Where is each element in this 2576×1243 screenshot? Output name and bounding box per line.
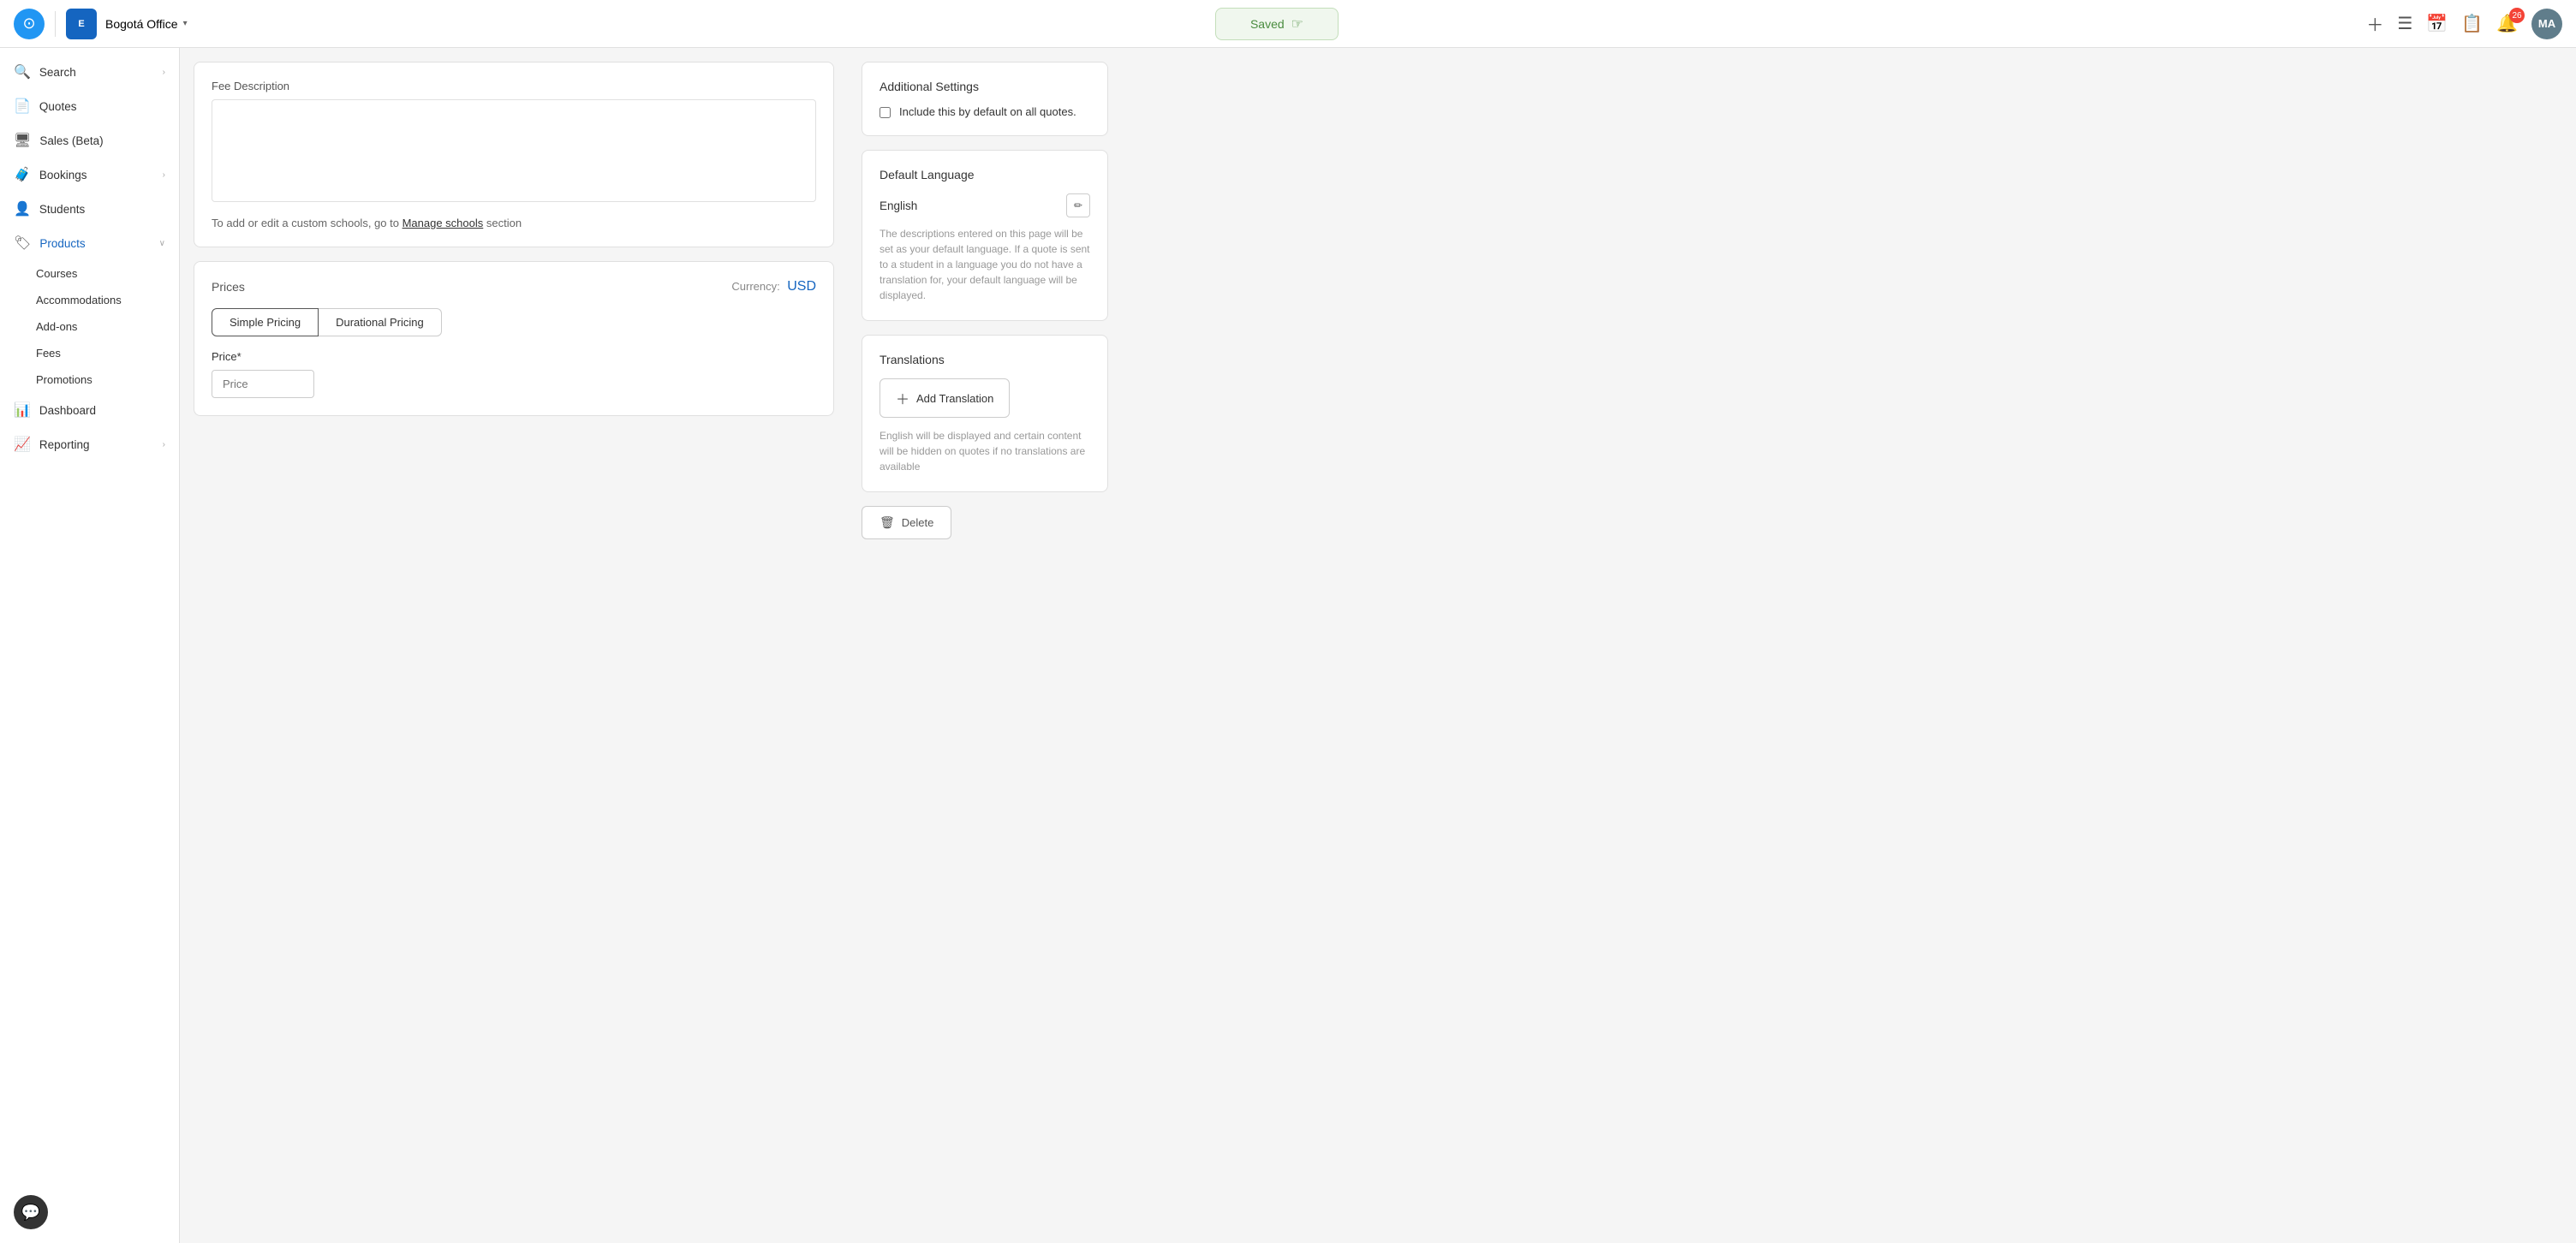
app-layout: 🔍 Search › 📄 Quotes 🖥 Sales (Beta) 🧳 Boo… <box>0 0 2576 1243</box>
products-submenu: Courses Accommodations Add-ons Fees Prom… <box>0 260 179 393</box>
default-language-title: Default Language <box>880 168 1090 181</box>
sidebar-item-label: Sales (Beta) <box>39 134 165 147</box>
dashboard-icon: 📊 <box>14 401 31 419</box>
office-selector[interactable]: Bogotá Office ▾ <box>105 17 188 31</box>
language-description: The descriptions entered on this page wi… <box>880 226 1090 303</box>
sidebar: 🔍 Search › 📄 Quotes 🖥 Sales (Beta) 🧳 Boo… <box>0 48 180 1243</box>
chevron-right-icon: › <box>163 68 165 77</box>
topnav-center: Saved ☞ <box>188 8 2367 40</box>
manage-schools-link[interactable]: Manage schools <box>402 217 484 229</box>
trash-icon: 🗑 <box>880 515 895 530</box>
chevron-right-icon: › <box>163 440 165 449</box>
additional-settings-title: Additional Settings <box>880 80 1090 93</box>
add-translation-label: Add Translation <box>916 392 993 405</box>
right-panel: Additional Settings Include this by defa… <box>848 48 1122 1243</box>
office-name: Bogotá Office <box>105 17 178 31</box>
translations-title: Translations <box>880 353 1090 366</box>
prices-title: Prices <box>212 280 245 294</box>
sidebar-item-label: Products <box>39 237 150 250</box>
sidebar-item-label: Reporting <box>39 438 154 451</box>
price-input[interactable] <box>212 370 314 398</box>
prices-header: Prices Currency: USD <box>212 279 816 294</box>
language-value: English <box>880 199 917 212</box>
submenu-item-courses[interactable]: Courses <box>36 260 179 287</box>
menu-button[interactable]: ☰ <box>2397 13 2412 34</box>
submenu-item-fees[interactable]: Fees <box>36 340 179 366</box>
simple-pricing-tab[interactable]: Simple Pricing <box>212 308 319 336</box>
saved-label: Saved <box>1250 17 1285 31</box>
sidebar-item-dashboard[interactable]: 📊 Dashboard <box>0 393 179 427</box>
prices-card: Prices Currency: USD Simple Pricing Dura… <box>194 261 834 416</box>
top-navigation: ⊙ E Bogotá Office ▾ Saved ☞ ＋ ☰ 📅 📋 🔔 26… <box>0 0 2576 48</box>
products-icon: 🏷 <box>14 235 31 252</box>
search-icon: 🔍 <box>14 63 31 80</box>
language-row: English ✏ <box>880 193 1090 217</box>
content-area: Fee Description To add or edit a custom … <box>180 48 848 1243</box>
brand-logo: E <box>66 9 97 39</box>
chat-icon: 💬 <box>21 1204 40 1222</box>
sidebar-item-reporting[interactable]: 📈 Reporting › <box>0 427 179 461</box>
translations-card: Translations ＋ Add Translation English w… <box>862 335 1108 492</box>
plus-icon: ＋ <box>896 388 909 408</box>
submenu-item-accommodations[interactable]: Accommodations <box>36 287 179 313</box>
sales-icon: 🖥 <box>14 132 31 149</box>
checkbox-row: Include this by default on all quotes. <box>880 105 1090 118</box>
chat-bubble[interactable]: 💬 <box>14 1195 48 1229</box>
durational-pricing-tab[interactable]: Durational Pricing <box>319 308 442 336</box>
chevron-down-icon: ∨ <box>159 239 165 248</box>
sidebar-item-label: Bookings <box>39 169 154 181</box>
app-logo: ⊙ <box>14 9 45 39</box>
user-avatar[interactable]: MA <box>2531 9 2562 39</box>
checkbox-label: Include this by default on all quotes. <box>899 105 1076 118</box>
currency-value: USD <box>787 279 816 294</box>
manage-schools-text: To add or edit a custom schools, go to M… <box>212 217 816 229</box>
reporting-icon: 📈 <box>14 436 31 453</box>
translation-note: English will be displayed and certain co… <box>880 428 1090 474</box>
sidebar-item-bookings[interactable]: 🧳 Bookings › <box>0 158 179 192</box>
fee-description-textarea[interactable] <box>212 99 816 202</box>
sidebar-item-label: Dashboard <box>39 404 165 417</box>
sidebar-item-quotes[interactable]: 📄 Quotes <box>0 89 179 123</box>
edit-language-button[interactable]: ✏ <box>1066 193 1090 217</box>
delete-section: 🗑 Delete <box>862 506 1108 539</box>
default-language-card: Default Language English ✏ The descripti… <box>862 150 1108 321</box>
fee-description-label: Fee Description <box>212 80 816 92</box>
delete-button[interactable]: 🗑 Delete <box>862 506 951 539</box>
sidebar-item-products[interactable]: 🏷 Products ∨ <box>0 226 179 260</box>
saved-toast: Saved ☞ <box>1215 8 1339 40</box>
sidebar-item-sales[interactable]: 🖥 Sales (Beta) <box>0 123 179 158</box>
chevron-right-icon: › <box>163 170 165 180</box>
sidebar-item-search[interactable]: 🔍 Search › <box>0 55 179 89</box>
clipboard-button[interactable]: 📋 <box>2461 13 2483 34</box>
calendar-button[interactable]: 📅 <box>2426 13 2448 34</box>
add-button[interactable]: ＋ <box>2366 11 2383 36</box>
pricing-tabs: Simple Pricing Durational Pricing <box>212 308 816 336</box>
main-content: Fee Description To add or edit a custom … <box>180 48 2576 1243</box>
sidebar-item-label: Search <box>39 66 154 79</box>
default-quotes-checkbox[interactable] <box>880 107 891 118</box>
notification-badge: 26 <box>2509 8 2525 23</box>
additional-settings-card: Additional Settings Include this by defa… <box>862 62 1108 136</box>
bookings-icon: 🧳 <box>14 166 31 183</box>
cursor-icon: ☞ <box>1291 15 1303 33</box>
delete-label: Delete <box>902 516 934 529</box>
quotes-icon: 📄 <box>14 98 31 115</box>
currency-label: Currency: <box>731 280 779 293</box>
price-label: Price* <box>212 350 816 363</box>
students-icon: 👤 <box>14 200 31 217</box>
submenu-item-promotions[interactable]: Promotions <box>36 366 179 393</box>
currency-row: Currency: USD <box>731 279 816 294</box>
fee-description-card: Fee Description To add or edit a custom … <box>194 62 834 247</box>
sidebar-item-label: Quotes <box>39 100 165 113</box>
submenu-item-addons[interactable]: Add-ons <box>36 313 179 340</box>
sidebar-item-label: Students <box>39 203 165 216</box>
sidebar-item-students[interactable]: 👤 Students <box>0 192 179 226</box>
notifications-button[interactable]: 🔔 26 <box>2496 13 2518 34</box>
topnav-right-actions: ＋ ☰ 📅 📋 🔔 26 MA <box>2366 9 2562 39</box>
add-translation-button[interactable]: ＋ Add Translation <box>880 378 1010 418</box>
nav-divider <box>55 11 56 37</box>
